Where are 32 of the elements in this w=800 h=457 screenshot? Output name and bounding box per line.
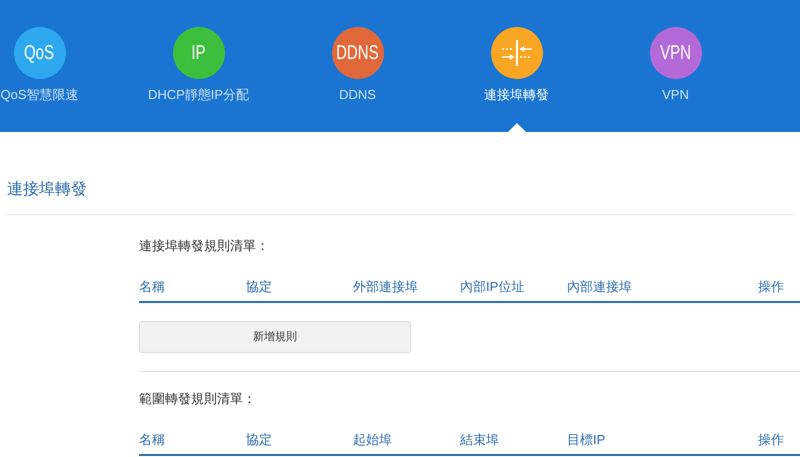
section-heading: 範圍轉發規則清單： (139, 390, 257, 408)
nav-label: DDNS (339, 86, 376, 104)
nav-label: DHCP靜態IP分配 (148, 86, 250, 104)
column-header: 名稱 (139, 278, 166, 296)
column-header: 操作 (758, 278, 785, 296)
nav-label: VPN (662, 86, 689, 104)
column-header: 操作 (758, 431, 785, 449)
nav-tab[interactable]: 連接埠轉發 (437, 27, 596, 132)
column-header: 協定 (246, 278, 273, 296)
nav-label: 連接埠轉發 (484, 86, 549, 104)
nav-tab[interactable]: VPN VPN (596, 27, 755, 132)
nav-tab[interactable]: DDNS DDNS (278, 27, 437, 132)
nav-tab[interactable]: IP DHCP靜態IP分配 (119, 27, 278, 132)
selected-pointer (508, 123, 526, 132)
add-rule-button[interactable]: 新增規則 (139, 321, 411, 353)
badge-text: QoS (24, 41, 54, 66)
column-header: 內部IP位址 (460, 278, 526, 296)
column-header: 結束埠 (460, 431, 500, 449)
column-header: 協定 (246, 431, 273, 449)
nav-tab[interactable]: QoS QoS智慧限速 (0, 27, 119, 132)
port-arrows-icon (500, 40, 534, 66)
column-header: 內部連接埠 (567, 278, 633, 296)
section-heading: 連接埠轉發規則清單： (139, 237, 270, 255)
column-header: 外部連接埠 (353, 278, 419, 296)
badge-text: VPN (660, 41, 691, 66)
column-header: 起始埠 (353, 431, 393, 449)
badge-text: IP (191, 41, 206, 66)
page-title: 連接埠轉發 (7, 180, 88, 200)
badge-text: DDNS (336, 41, 379, 66)
column-header: 名稱 (139, 431, 166, 449)
nav-label: QoS智慧限速 (0, 86, 78, 104)
column-header: 目標IP (567, 431, 606, 449)
